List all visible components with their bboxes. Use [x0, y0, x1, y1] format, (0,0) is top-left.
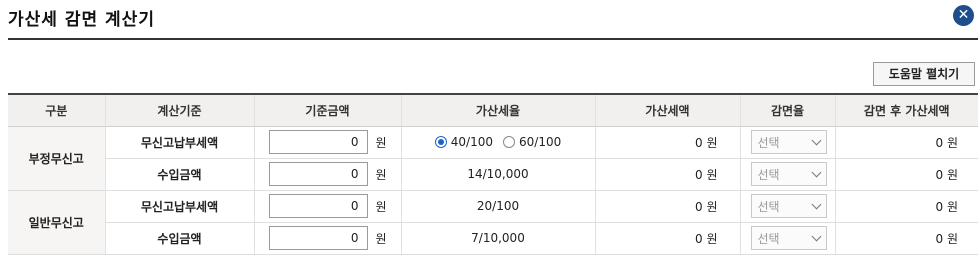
amount-input[interactable]: 0 [268, 130, 368, 154]
rate-value: 14/10,000 [400, 158, 595, 191]
reduction-cell: 선택 [739, 222, 835, 255]
chevron-down-icon [811, 167, 821, 177]
unit-label: 원 [375, 199, 387, 214]
amount-input[interactable]: 0 [268, 194, 368, 218]
reduction-cell: 선택 [739, 158, 835, 191]
amount-input[interactable]: 0 [268, 226, 368, 250]
tax-value: 0 원 [594, 126, 740, 159]
calculator-table: 구분 계산기준 기준금액 가산세율 가산세액 감면율 감면 후 가산세액 부정무… [8, 93, 978, 255]
table-row: 수입금액 0 원 7/10,000 0 원 선택 0 원 [8, 222, 978, 255]
reduction-cell: 선택 [739, 126, 835, 159]
header-rate: 가산세율 [400, 93, 595, 127]
help-expand-button[interactable]: 도움말 펼치기 [873, 62, 975, 86]
rate-value: 20/100 [400, 190, 595, 223]
radio-selected-icon[interactable] [434, 136, 447, 148]
basis-label: 무신고납부세액 [104, 126, 254, 159]
rate-radio-40[interactable]: 40/100 [434, 135, 493, 149]
rate-option-label: 40/100 [450, 135, 493, 149]
table-row: 일반무신고 무신고납부세액 0 원 20/100 0 원 선택 0 원 [8, 190, 978, 255]
basis-label: 수입금액 [104, 222, 254, 255]
chevron-down-icon [811, 231, 821, 241]
radio-unselected-icon[interactable] [503, 136, 515, 148]
rate-radio-60[interactable]: 60/100 [503, 135, 561, 149]
header-basis: 계산기준 [104, 93, 254, 127]
amount-input[interactable]: 0 [268, 162, 368, 186]
rate-cell: 40/100 60/100 [400, 126, 595, 159]
reduction-select[interactable]: 선택 [750, 130, 827, 154]
table-header-row: 구분 계산기준 기준금액 가산세율 가산세액 감면율 감면 후 가산세액 [8, 93, 978, 127]
unit-label: 원 [375, 167, 387, 182]
chevron-down-icon [811, 135, 821, 145]
tax-value: 0 원 [594, 158, 740, 191]
group-label: 일반무신고 [8, 190, 105, 255]
amount-cell: 0 원 [253, 158, 401, 191]
header-amount: 기준금액 [253, 93, 401, 127]
unit-label: 원 [375, 231, 387, 246]
table-row: 부정무신고 무신고납부세액 0 원 40/100 60/100 0 원 선택 0… [8, 126, 978, 191]
amount-cell: 0 원 [253, 222, 401, 255]
dialog-title: 가산세 감면 계산기 [8, 10, 155, 30]
rate-option-label: 60/100 [519, 135, 562, 149]
select-placeholder: 선택 [757, 167, 780, 182]
close-icon[interactable]: ✕ [953, 5, 974, 26]
rate-value: 7/10,000 [400, 222, 595, 255]
select-placeholder: 선택 [757, 199, 780, 214]
reduction-select[interactable]: 선택 [750, 194, 827, 218]
amount-cell: 0 원 [253, 190, 401, 223]
basis-label: 수입금액 [104, 158, 254, 191]
chevron-down-icon [811, 199, 821, 209]
group-label: 부정무신고 [8, 126, 105, 191]
header-after: 감면 후 가산세액 [834, 93, 978, 127]
header-category: 구분 [8, 93, 105, 127]
table-row: 수입금액 0 원 14/10,000 0 원 선택 0 원 [8, 158, 978, 191]
reduction-select[interactable]: 선택 [750, 226, 827, 250]
basis-label: 무신고납부세액 [104, 190, 254, 223]
title-divider [8, 38, 978, 40]
after-value: 0 원 [834, 222, 978, 255]
header-reduction: 감면율 [739, 93, 835, 127]
after-value: 0 원 [834, 190, 978, 223]
header-tax: 가산세액 [594, 93, 740, 127]
after-value: 0 원 [834, 126, 978, 159]
amount-cell: 0 원 [253, 126, 401, 159]
tax-value: 0 원 [594, 190, 740, 223]
tax-value: 0 원 [594, 222, 740, 255]
after-value: 0 원 [834, 158, 978, 191]
select-placeholder: 선택 [757, 135, 780, 150]
unit-label: 원 [375, 135, 387, 150]
select-placeholder: 선택 [757, 231, 780, 246]
reduction-cell: 선택 [739, 190, 835, 223]
reduction-select[interactable]: 선택 [750, 162, 827, 186]
